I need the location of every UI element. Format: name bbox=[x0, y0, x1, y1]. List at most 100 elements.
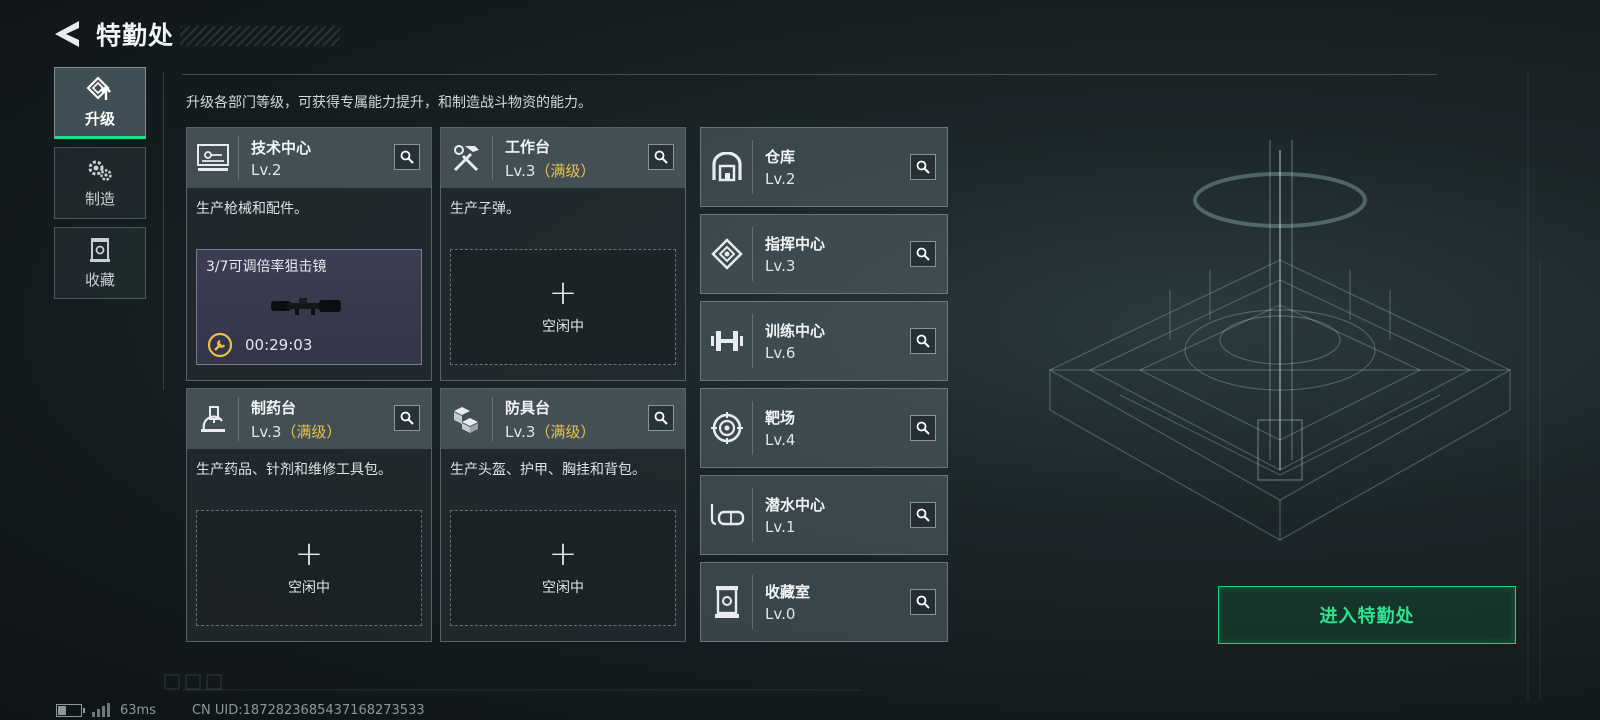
inspect-button[interactable] bbox=[910, 589, 936, 615]
production-slot-active[interactable]: 3/7可调倍率狙击镜 00:29:03 bbox=[196, 249, 422, 365]
card-icon bbox=[701, 401, 753, 455]
search-icon bbox=[916, 160, 930, 174]
collection-room-icon bbox=[714, 586, 739, 618]
card-level: Lv.6 bbox=[765, 344, 796, 362]
card-icon bbox=[441, 397, 493, 441]
inspect-button[interactable] bbox=[910, 154, 936, 180]
search-icon bbox=[916, 508, 930, 522]
base-hologram-illustration bbox=[1048, 140, 1512, 541]
card-name: 指挥中心 bbox=[765, 235, 826, 253]
card-header: 防具台 Lv.3（满级） bbox=[441, 389, 685, 449]
microscope-icon bbox=[200, 406, 225, 432]
card-tech-center: 技术中心 Lv.2 生产枪械和配件。 3/7可调倍率狙击镜 00:29:03 bbox=[186, 127, 432, 381]
card-name: 防具台 bbox=[505, 398, 551, 417]
plus-icon: + bbox=[548, 534, 578, 574]
plus-icon: + bbox=[548, 273, 578, 313]
search-icon bbox=[916, 595, 930, 609]
target-icon bbox=[710, 412, 743, 444]
tab-collection[interactable]: 收藏 bbox=[54, 227, 146, 299]
user-uid: CN UID:1872823685437168273533 bbox=[191, 702, 425, 718]
card-name: 潜水中心 bbox=[765, 496, 826, 514]
tab-upgrade[interactable]: 升级 bbox=[54, 67, 146, 139]
card-name: 靶场 bbox=[765, 409, 796, 427]
item-name: 3/7可调倍率狙击镜 bbox=[206, 259, 327, 275]
inspect-button[interactable] bbox=[394, 405, 420, 431]
card-icon bbox=[187, 397, 239, 441]
workbench-icon bbox=[453, 145, 479, 172]
tab-label: 收藏 bbox=[84, 270, 115, 289]
tab-craft[interactable]: 制造 bbox=[54, 147, 146, 219]
inspect-button[interactable] bbox=[910, 328, 936, 354]
card-name: 仓库 bbox=[765, 148, 796, 166]
facility-diving-center[interactable]: 潜水中心 Lv.1 bbox=[700, 475, 948, 555]
diving-mask-icon bbox=[710, 504, 744, 526]
search-icon bbox=[916, 247, 930, 261]
status-bar: 63ms CN UID:1872823685437168273533 bbox=[56, 702, 425, 718]
card-workbench: 工作台 Lv.3（满级） 生产子弹。 + 空闲中 bbox=[440, 127, 686, 381]
inspect-button[interactable] bbox=[648, 144, 674, 170]
card-icon bbox=[701, 314, 753, 368]
card-level: Lv.3 bbox=[765, 257, 796, 275]
card-description: 生产头盔、护甲、胸挂和背包。 bbox=[450, 462, 646, 478]
back-arrow-icon bbox=[55, 21, 79, 47]
warehouse-icon bbox=[711, 152, 742, 182]
page-subtitle: 升级各部门等级，可获得专属能力提升，和制造战斗物资的能力。 bbox=[186, 95, 592, 111]
divider bbox=[163, 72, 164, 390]
card-level: Lv.4 bbox=[765, 431, 796, 449]
inspect-button[interactable] bbox=[910, 241, 936, 267]
facility-command-center[interactable]: 指挥中心 Lv.3 bbox=[700, 214, 948, 294]
card-name: 技术中心 bbox=[251, 139, 312, 157]
card-header: 制药台 Lv.3（满级） bbox=[187, 389, 431, 449]
search-icon bbox=[654, 150, 668, 164]
facility-training-center[interactable]: 训练中心 Lv.6 bbox=[700, 301, 948, 381]
card-description: 生产药品、针剂和维修工具包。 bbox=[196, 462, 392, 478]
command-center-icon bbox=[710, 238, 743, 270]
countdown-timer: 00:29:03 bbox=[245, 336, 313, 354]
facility-warehouse[interactable]: 仓库 Lv.2 bbox=[700, 127, 948, 207]
inspect-button[interactable] bbox=[394, 144, 420, 170]
card-header: 技术中心 Lv.2 bbox=[187, 128, 431, 188]
search-icon bbox=[916, 334, 930, 348]
enter-special-ops-button[interactable]: 进入特勤处 bbox=[1218, 586, 1516, 644]
slot-status: 空闲中 bbox=[542, 580, 584, 596]
slot-status: 空闲中 bbox=[542, 319, 584, 335]
production-slot-empty[interactable]: + 空闲中 bbox=[196, 510, 422, 626]
facility-collection-room[interactable]: 收藏室 Lv.0 bbox=[700, 562, 948, 642]
facility-shooting-range[interactable]: 靶场 Lv.4 bbox=[700, 388, 948, 468]
search-icon bbox=[916, 421, 930, 435]
card-level: Lv.0 bbox=[765, 605, 796, 623]
slot-status: 空闲中 bbox=[288, 580, 330, 596]
card-icon bbox=[187, 136, 239, 180]
inspect-button[interactable] bbox=[910, 415, 936, 441]
tech-center-icon bbox=[196, 144, 229, 171]
card-pharmacy: 制药台 Lv.3（满级） 生产药品、针剂和维修工具包。 + 空闲中 bbox=[186, 388, 432, 642]
card-level: Lv.1 bbox=[765, 518, 796, 536]
card-name: 制药台 bbox=[251, 398, 297, 417]
back-button[interactable] bbox=[52, 17, 82, 51]
search-icon bbox=[654, 411, 668, 425]
card-description: 生产子弹。 bbox=[450, 201, 520, 217]
card-name: 工作台 bbox=[505, 137, 551, 156]
card-description: 生产枪械和配件。 bbox=[196, 201, 308, 217]
page-title: 特勤处 bbox=[96, 21, 175, 50]
inspect-button[interactable] bbox=[648, 405, 674, 431]
plus-icon: + bbox=[294, 534, 324, 574]
search-icon bbox=[400, 411, 414, 425]
production-slot-empty[interactable]: + 空闲中 bbox=[450, 510, 676, 626]
card-level: Lv.3（满级） bbox=[251, 422, 342, 441]
tab-label: 制造 bbox=[84, 189, 115, 208]
armor-bench-icon bbox=[453, 407, 478, 433]
production-slot-empty[interactable]: + 空闲中 bbox=[450, 249, 676, 365]
inspect-button[interactable] bbox=[910, 502, 936, 528]
header: 特勤处 bbox=[52, 14, 341, 54]
wrench-timer-icon bbox=[207, 332, 233, 358]
dumbbell-icon bbox=[710, 331, 743, 351]
title-decoration bbox=[180, 26, 341, 46]
card-icon bbox=[441, 136, 493, 180]
card-level: Lv.2 bbox=[765, 170, 796, 188]
card-icon bbox=[701, 140, 753, 194]
enter-button-label: 进入特勤处 bbox=[1319, 606, 1415, 627]
collection-icon bbox=[90, 237, 110, 262]
search-icon bbox=[400, 150, 414, 164]
card-name: 收藏室 bbox=[765, 583, 811, 601]
